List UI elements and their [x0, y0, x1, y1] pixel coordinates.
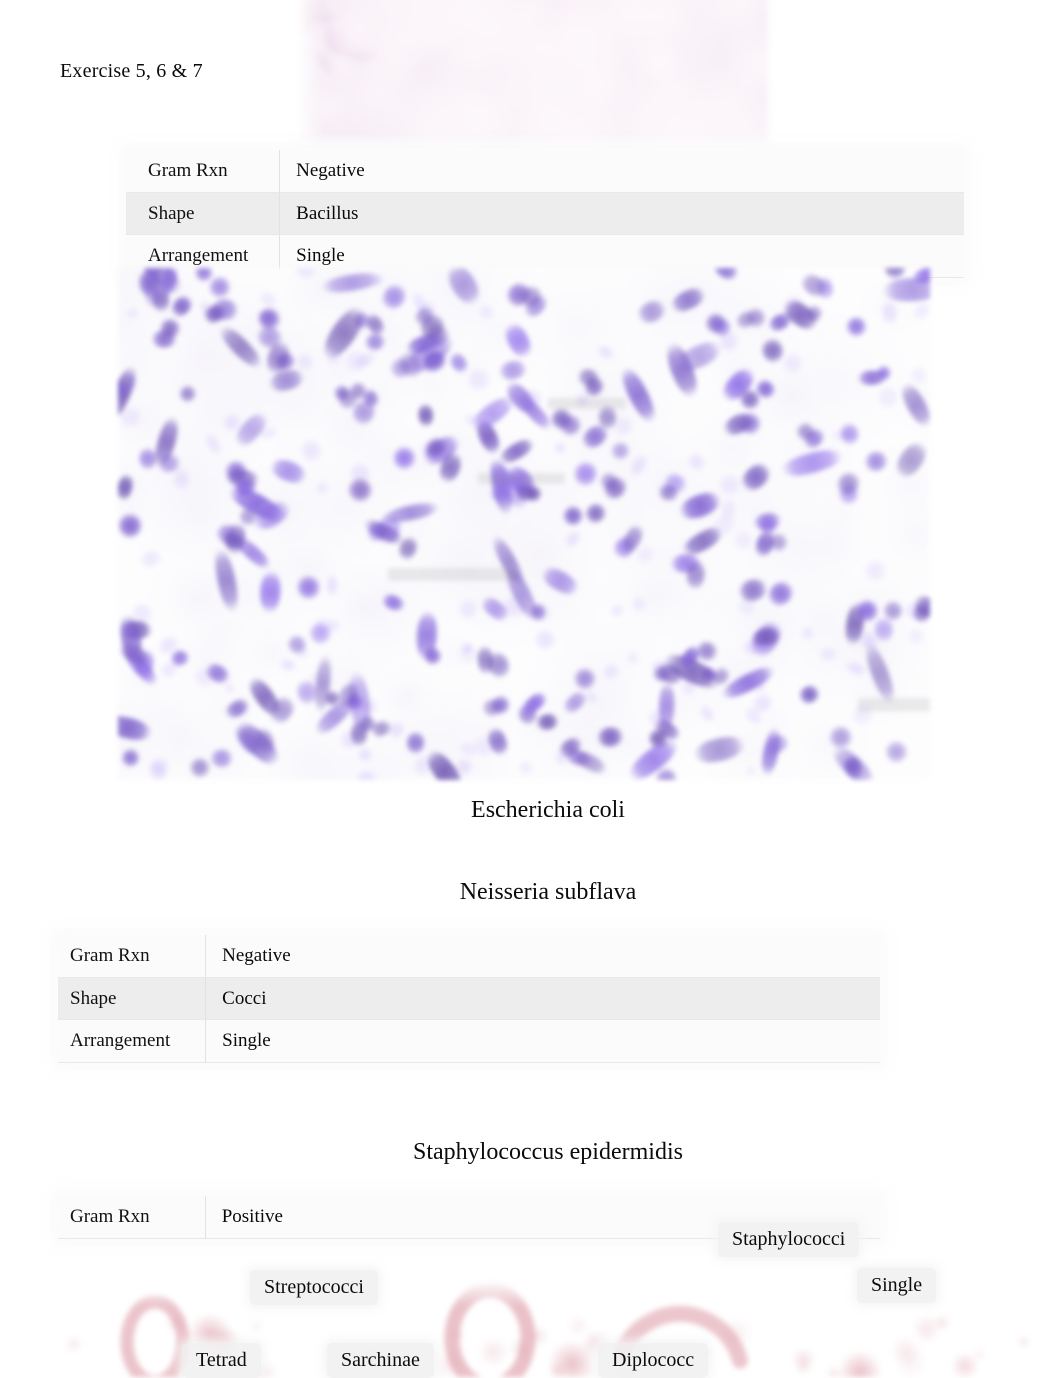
arrangement-chip-staphylococci: Staphylococci — [718, 1222, 860, 1257]
page-title: Exercise 5, 6 & 7 — [60, 60, 203, 82]
row-label: Gram Rxn — [58, 1196, 206, 1239]
row-label: Shape — [126, 192, 280, 236]
spec-table-escherichia-coli: Gram Rxn Negative Shape Bacillus Arrange… — [126, 150, 964, 278]
arrangement-chip-tetrad: Tetrad — [182, 1343, 261, 1378]
table-row: Shape Cocci — [58, 977, 880, 1021]
organism-caption-neisseria-subflava: Neisseria subflava — [459, 879, 637, 905]
table-row: Arrangement Single — [58, 1019, 880, 1063]
row-value: Cocci — [205, 977, 880, 1021]
arrangement-chip-single: Single — [857, 1268, 937, 1303]
row-value: Negative — [279, 150, 964, 193]
micrograph-purple-gram-stain — [118, 268, 930, 780]
table-row: Shape Bacillus — [126, 192, 964, 236]
row-label: Arrangement — [58, 1019, 206, 1063]
row-label: Gram Rxn — [126, 150, 280, 193]
table-row: Gram Rxn Negative — [58, 935, 880, 978]
organism-caption-staphylococcus-epidermidis: Staphylococcus epidermidis — [413, 1139, 683, 1165]
arrangement-chip-streptococci: Streptococci — [250, 1270, 378, 1305]
table-row: Gram Rxn Negative — [126, 150, 964, 193]
spec-table-neisseria-subflava: Gram Rxn Negative Shape Cocci Arrangemen… — [58, 935, 880, 1063]
row-label: Shape — [58, 977, 206, 1021]
micrograph-pink-gram-negative — [298, 0, 768, 152]
organism-caption-escherichia-coli: Escherichia coli — [471, 797, 625, 823]
row-value: Bacillus — [279, 192, 964, 236]
row-value: Single — [205, 1019, 880, 1063]
row-value: Negative — [205, 935, 880, 978]
arrangement-chip-sarchinae: Sarchinae — [327, 1343, 434, 1378]
arrangement-chip-diplococc: Diplococc — [598, 1343, 709, 1378]
row-label: Gram Rxn — [58, 935, 206, 978]
